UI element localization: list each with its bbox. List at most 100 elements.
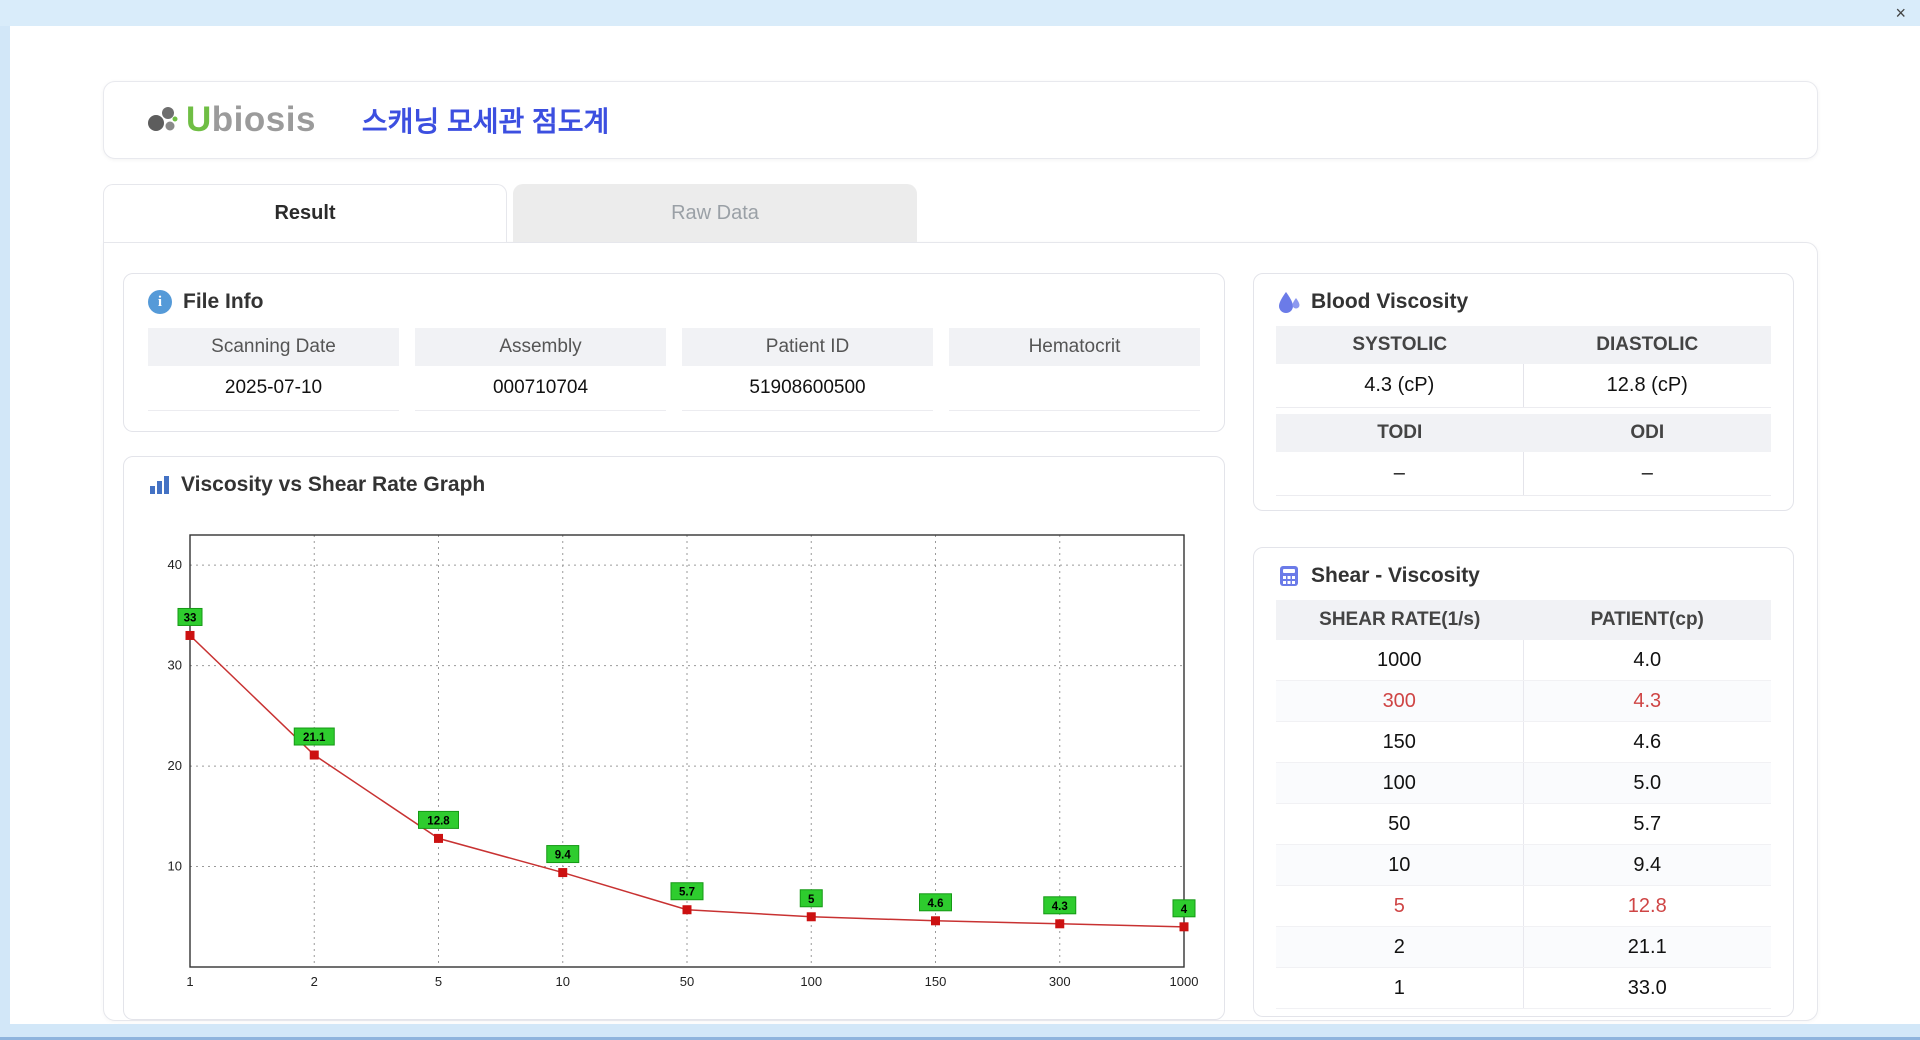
blood-viscosity-title: Blood Viscosity (1311, 290, 1469, 313)
field-value: 000710704 (492, 377, 589, 398)
table-row: – – (1276, 452, 1771, 496)
shear-rate-cell: 10 (1276, 845, 1524, 885)
app-window: Ubiosis 스캐닝 모세관 점도계 Result Raw Data File… (10, 26, 1920, 1024)
svg-text:4.3: 4.3 (1052, 901, 1068, 913)
logo-text: Ubiosis (186, 100, 316, 139)
svg-text:21.1: 21.1 (303, 732, 326, 744)
file-info-grid: Scanning Date 2025-07-10 Assembly 000710… (124, 324, 1224, 411)
window-titlebar: × (0, 0, 1920, 26)
table-row: 50 5.7 (1276, 804, 1771, 845)
systolic-value: 4.3 (cP) (1276, 364, 1524, 407)
table-row: 4.3 (cP) 12.8 (cP) (1276, 364, 1771, 408)
shear-table-body: 1000 4.0 300 4.3 150 4.6 100 5.0 50 5.7 10 9.4 5 12.8… (1276, 640, 1771, 1009)
blood-viscosity-header: Blood Viscosity (1254, 274, 1793, 324)
systolic-label: SYSTOLIC (1352, 334, 1448, 355)
table-row: TODI ODI (1276, 414, 1771, 452)
field-label: Hematocrit (949, 328, 1200, 366)
main-panel: File Info Scanning Date 2025-07-10 Assem… (103, 242, 1818, 1021)
shear-rate-column-header: SHEAR RATE(1/s) (1319, 609, 1481, 630)
window-close-button[interactable]: × (1895, 3, 1906, 23)
svg-text:10: 10 (556, 974, 570, 989)
page-title: 스캐닝 모세관 점도계 (361, 106, 610, 137)
blood-viscosity-table: SYSTOLIC DIASTOLIC 4.3 (cP) 12.8 (cP) TO… (1254, 324, 1793, 496)
patient-viscosity-cell: 4.6 (1633, 730, 1662, 753)
svg-text:100: 100 (800, 974, 822, 989)
blood-viscosity-card: Blood Viscosity SYSTOLIC DIASTOLIC 4.3 (… (1253, 273, 1794, 511)
bar-chart-icon (148, 474, 170, 496)
table-row: 10 9.4 (1276, 845, 1771, 886)
app-header: Ubiosis 스캐닝 모세관 점도계 (103, 81, 1818, 159)
svg-text:1: 1 (186, 974, 193, 989)
svg-text:5.7: 5.7 (679, 887, 695, 899)
left-column: File Info Scanning Date 2025-07-10 Assem… (123, 273, 1225, 1020)
field-hematocrit: Hematocrit (949, 328, 1200, 411)
patient-viscosity-cell: 5.7 (1633, 812, 1662, 835)
shear-viscosity-header: Shear - Viscosity (1254, 548, 1793, 598)
shear-rate-cell: 1000 (1276, 640, 1524, 680)
shear-rate-cell: 1 (1276, 968, 1524, 1008)
window-frame-left (0, 26, 10, 1040)
shear-viscosity-card: Shear - Viscosity SHEAR RATE(1/s) PATIEN… (1253, 547, 1794, 1017)
svg-text:1000: 1000 (1170, 974, 1199, 989)
svg-text:300: 300 (1049, 974, 1071, 989)
table-row: SYSTOLIC DIASTOLIC (1276, 326, 1771, 364)
patient-viscosity-cell: 5.0 (1633, 771, 1662, 794)
diastolic-label: DIASTOLIC (1596, 334, 1699, 355)
svg-text:5: 5 (808, 894, 815, 906)
calculator-icon (1278, 565, 1300, 587)
window-frame-bottom (0, 1024, 1920, 1040)
table-row: 2 21.1 (1276, 927, 1771, 968)
droplet-icon (1278, 290, 1300, 314)
svg-text:4: 4 (1181, 904, 1188, 916)
svg-text:2: 2 (311, 974, 318, 989)
file-info-header: File Info (124, 274, 1224, 324)
file-info-title: File Info (183, 290, 264, 313)
patient-viscosity-cell: 12.8 (1627, 894, 1667, 917)
right-column: Blood Viscosity SYSTOLIC DIASTOLIC 4.3 (… (1253, 273, 1794, 1020)
shear-rate-cell: 5 (1276, 886, 1524, 926)
patient-column-header: PATIENT(cp) (1590, 609, 1704, 630)
chart-svg: 10 20 30 40 1 2 5 10 50 100 150 300 1000 33 21.1 12.8 9.… (168, 534, 1199, 989)
todi-value: – (1276, 452, 1524, 495)
svg-text:4.6: 4.6 (928, 898, 944, 910)
field-value (949, 366, 1200, 410)
shear-rate-cell: 150 (1276, 722, 1524, 762)
patient-viscosity-cell: 4.0 (1633, 648, 1662, 671)
svg-text:10: 10 (168, 859, 182, 874)
tab-raw-data[interactable]: Raw Data (513, 184, 917, 242)
field-patient-id: Patient ID 51908600500 (682, 328, 933, 411)
svg-text:150: 150 (925, 974, 947, 989)
shear-rate-cell: 50 (1276, 804, 1524, 844)
shear-rate-cell: 300 (1276, 681, 1524, 721)
tab-result[interactable]: Result (103, 184, 507, 242)
shear-viscosity-table: SHEAR RATE(1/s) PATIENT(cp) 1000 4.0 300 4.… (1254, 598, 1793, 1009)
table-header-row: SHEAR RATE(1/s) PATIENT(cp) (1276, 600, 1771, 640)
graph-title: Viscosity vs Shear Rate Graph (181, 473, 486, 496)
patient-viscosity-cell: 33.0 (1627, 976, 1667, 999)
table-row: 150 4.6 (1276, 722, 1771, 763)
ubiosis-logo: Ubiosis (146, 100, 316, 140)
page-content: Ubiosis 스캐닝 모세관 점도계 Result Raw Data File… (10, 26, 1920, 1021)
field-scanning-date: Scanning Date 2025-07-10 (148, 328, 399, 411)
field-assembly: Assembly 000710704 (415, 328, 666, 411)
svg-text:50: 50 (680, 974, 694, 989)
table-row: 1000 4.0 (1276, 640, 1771, 681)
shear-rate-cell: 100 (1276, 763, 1524, 803)
svg-text:9.4: 9.4 (555, 850, 572, 862)
field-label: Patient ID (682, 328, 933, 366)
tab-bar: Result Raw Data (103, 184, 1920, 242)
table-row: 5 12.8 (1276, 886, 1771, 927)
svg-text:12.8: 12.8 (427, 815, 450, 827)
ubiosis-logo-icon (146, 103, 180, 137)
table-row: 300 4.3 (1276, 681, 1771, 722)
diastolic-value: 12.8 (cP) (1606, 374, 1688, 396)
odi-value: – (1641, 462, 1653, 484)
patient-viscosity-cell: 21.1 (1627, 935, 1667, 958)
viscosity-graph-card: Viscosity vs Shear Rate Graph 10 20 30 40 1 2… (123, 456, 1225, 1020)
todi-label: TODI (1377, 422, 1423, 443)
file-info-card: File Info Scanning Date 2025-07-10 Assem… (123, 273, 1225, 432)
field-label: Assembly (415, 328, 666, 366)
svg-text:33: 33 (184, 612, 197, 624)
svg-text:5: 5 (435, 974, 442, 989)
odi-label: ODI (1630, 422, 1665, 443)
